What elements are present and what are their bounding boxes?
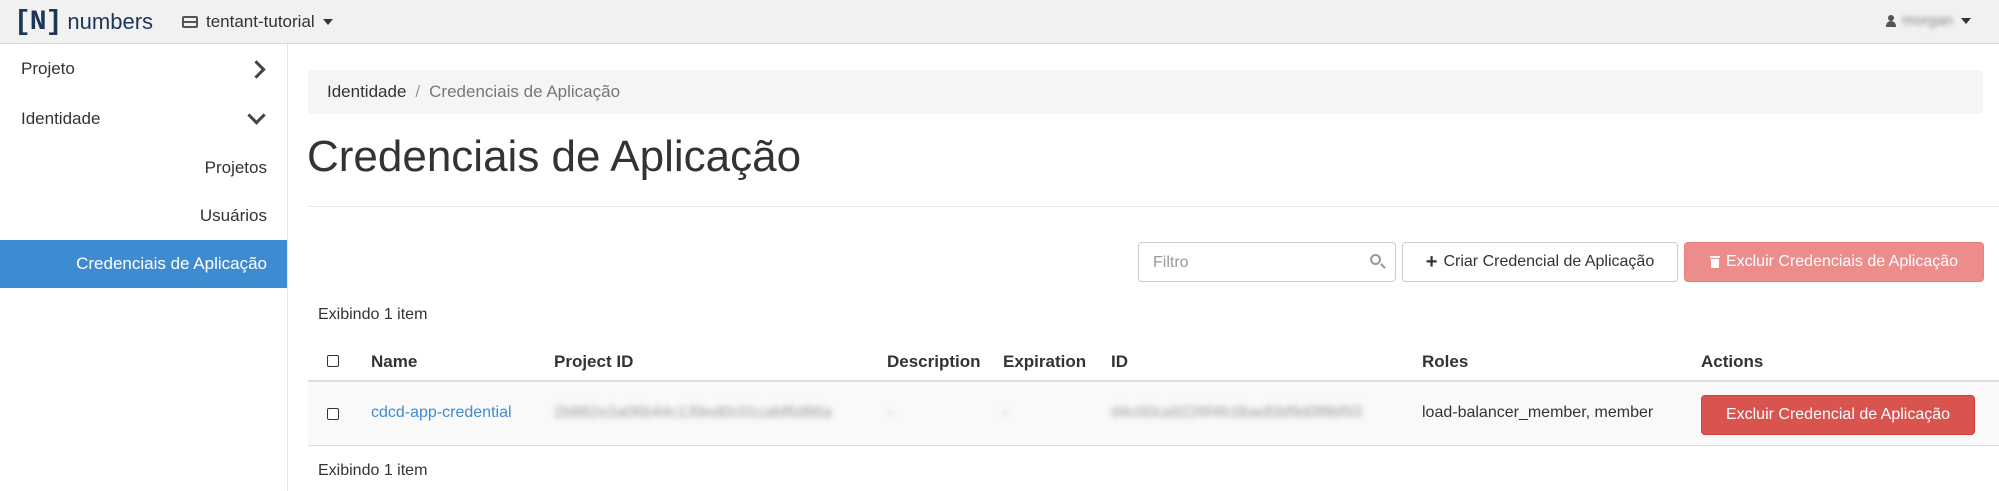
plus-icon: + — [1425, 251, 1438, 273]
column-header-name[interactable]: Name — [371, 352, 417, 372]
table-row: cdcd-app-credential 2b882e2a06b44c139ed0… — [308, 382, 1999, 446]
sidebar-item-projetos[interactable]: Projetos — [0, 144, 287, 192]
description-cell: - — [887, 404, 893, 421]
column-header-roles[interactable]: Roles — [1422, 352, 1468, 372]
trash-icon — [1709, 256, 1720, 268]
sidebar: Projeto Identidade Projetos Usuários Cre… — [0, 44, 288, 491]
column-header-project-id[interactable]: Project ID — [554, 352, 633, 372]
row-checkbox[interactable] — [327, 408, 339, 420]
user-icon — [1886, 14, 1897, 27]
top-navbar: [N] numbers tentant-tutorial morgan — [0, 0, 1999, 44]
column-header-description[interactable]: Description — [887, 352, 981, 372]
item-count: Exibindo 1 item — [318, 306, 428, 323]
sidebar-item-projeto[interactable]: Projeto — [0, 44, 287, 94]
breadcrumb-separator: / — [415, 82, 421, 101]
caret-down-icon — [1961, 17, 1971, 24]
chevron-down-icon — [247, 106, 266, 125]
caret-down-icon — [322, 19, 333, 25]
delete-credentials-button[interactable]: Excluir Credenciais de Aplicação — [1684, 242, 1984, 282]
delete-credential-label: Excluir Credencial de Aplicação — [1725, 406, 1951, 423]
item-count-footer: Exibindo 1 item — [318, 462, 428, 479]
table-header: Name Project ID Description Expiration I… — [308, 340, 1999, 382]
filter-input[interactable] — [1139, 243, 1375, 283]
credential-name-link[interactable]: cdcd-app-credential — [371, 404, 512, 422]
breadcrumb-identidade[interactable]: Identidade — [327, 82, 406, 102]
page-title: Credenciais de Aplicação — [307, 132, 802, 181]
logo-text: numbers — [67, 9, 154, 34]
expiration-cell: - — [1003, 404, 1009, 421]
brand-logo[interactable]: [N] numbers — [14, 4, 153, 40]
sidebar-item-label: Identidade — [21, 109, 101, 128]
create-credential-button[interactable]: + Criar Credencial de Aplicação — [1402, 242, 1678, 282]
sidebar-item-label: Usuários — [199, 206, 267, 225]
filter-field — [1138, 242, 1396, 283]
logo-mark: [N] — [14, 6, 62, 38]
sidebar-item-usuarios[interactable]: Usuários — [0, 192, 287, 240]
roles-cell: load-balancer_member, member — [1422, 404, 1654, 421]
select-all-checkbox[interactable] — [327, 355, 339, 367]
column-header-actions: Actions — [1701, 352, 1764, 371]
sidebar-item-credenciais[interactable]: Credenciais de Aplicação — [0, 240, 287, 288]
column-header-expiration[interactable]: Expiration — [1003, 352, 1086, 372]
project-name: tentant-tutorial — [206, 12, 315, 31]
delete-credential-button[interactable]: Excluir Credencial de Aplicação — [1701, 395, 1975, 435]
sidebar-item-label: Projetos — [204, 158, 267, 177]
project-id-cell: 2b882e2a06b44c139ed0c01cabf6d86a — [554, 404, 832, 421]
divider — [308, 206, 1999, 207]
breadcrumb: Identidade / Credenciais de Aplicação — [308, 70, 1983, 114]
id-cell: d4c00ca9226f4fc0bad5bf9d0f8bf93 — [1111, 404, 1362, 421]
user-menu[interactable]: morgan — [1886, 12, 1971, 29]
sidebar-item-label: Projeto — [21, 59, 75, 78]
project-icon — [182, 16, 198, 28]
project-selector[interactable]: tentant-tutorial — [182, 10, 333, 34]
breadcrumb-current: Credenciais de Aplicação — [429, 82, 621, 101]
credentials-table: Name Project ID Description Expiration I… — [308, 340, 1999, 446]
sidebar-item-identidade[interactable]: Identidade — [0, 94, 287, 144]
user-name: morgan — [1902, 12, 1953, 29]
chevron-right-icon — [247, 60, 266, 79]
search-icon[interactable] — [1370, 254, 1381, 265]
column-header-id[interactable]: ID — [1111, 352, 1128, 372]
sidebar-item-label: Credenciais de Aplicação — [76, 254, 267, 273]
create-credential-label: Criar Credencial de Aplicação — [1443, 253, 1655, 270]
delete-credentials-label: Excluir Credenciais de Aplicação — [1725, 253, 1959, 270]
